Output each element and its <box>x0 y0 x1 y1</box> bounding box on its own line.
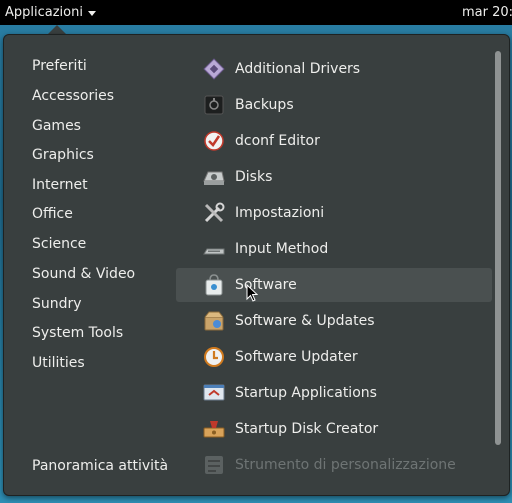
shopping-bag-icon <box>202 273 226 297</box>
app-backups[interactable]: Backups <box>176 88 492 122</box>
app-label: Input Method <box>235 241 329 257</box>
app-software-updates[interactable]: Software & Updates <box>176 304 492 338</box>
keyboard-icon <box>202 237 226 261</box>
app-software-updater[interactable]: Software Updater <box>176 340 492 374</box>
app-label: Software Updater <box>235 349 358 365</box>
tools-icon <box>202 201 226 225</box>
app-label: Impostazioni <box>235 205 325 221</box>
update-icon <box>202 345 226 369</box>
app-label: Additional Drivers <box>235 61 361 77</box>
chip-icon <box>202 57 226 81</box>
applications-menu-button[interactable]: Applicazioni <box>5 0 96 25</box>
tweak-tool-icon <box>202 453 226 477</box>
menu-pointer <box>48 25 66 34</box>
disk-icon <box>202 165 226 189</box>
safe-icon <box>202 93 226 117</box>
app-tweak-tool[interactable]: Strumento di personalizzazione <box>176 448 492 482</box>
app-impostazioni[interactable]: Impostazioni <box>176 196 492 230</box>
app-label: Disks <box>235 169 273 185</box>
app-startup-applications[interactable]: Startup Applications <box>176 376 492 410</box>
app-label: dconf Editor <box>235 133 320 149</box>
app-software[interactable]: Software <box>176 268 492 302</box>
app-dconf-editor[interactable]: dconf Editor <box>176 124 492 158</box>
app-input-method[interactable]: Input Method <box>176 232 492 266</box>
clock[interactable]: mar 20: <box>462 0 512 25</box>
app-additional-drivers[interactable]: Additional Drivers <box>176 52 492 86</box>
top-bar: Applicazioni mar 20: <box>0 0 512 25</box>
mouse-pointer-icon <box>246 284 258 302</box>
applications-menu-label: Applicazioni <box>5 5 83 20</box>
applications-menu: Preferiti Accessories Games Graphics Int… <box>3 34 510 496</box>
application-list: Additional Drivers Backups dconf Editor … <box>4 35 509 495</box>
checkmark-icon <box>202 129 226 153</box>
software-sources-icon <box>202 309 226 333</box>
app-label: Startup Applications <box>235 385 377 401</box>
app-label: Strumento di personalizzazione <box>235 457 456 473</box>
app-label: Software & Updates <box>235 313 375 329</box>
caret-down-icon <box>87 10 96 16</box>
scrollbar[interactable] <box>495 51 501 445</box>
startup-icon <box>202 381 226 405</box>
app-disks[interactable]: Disks <box>176 160 492 194</box>
app-label: Software <box>235 277 297 293</box>
app-startup-disk-creator[interactable]: Startup Disk Creator <box>176 412 492 446</box>
app-label: Startup Disk Creator <box>235 421 379 437</box>
usb-creator-icon <box>202 417 226 441</box>
app-label: Backups <box>235 97 294 113</box>
